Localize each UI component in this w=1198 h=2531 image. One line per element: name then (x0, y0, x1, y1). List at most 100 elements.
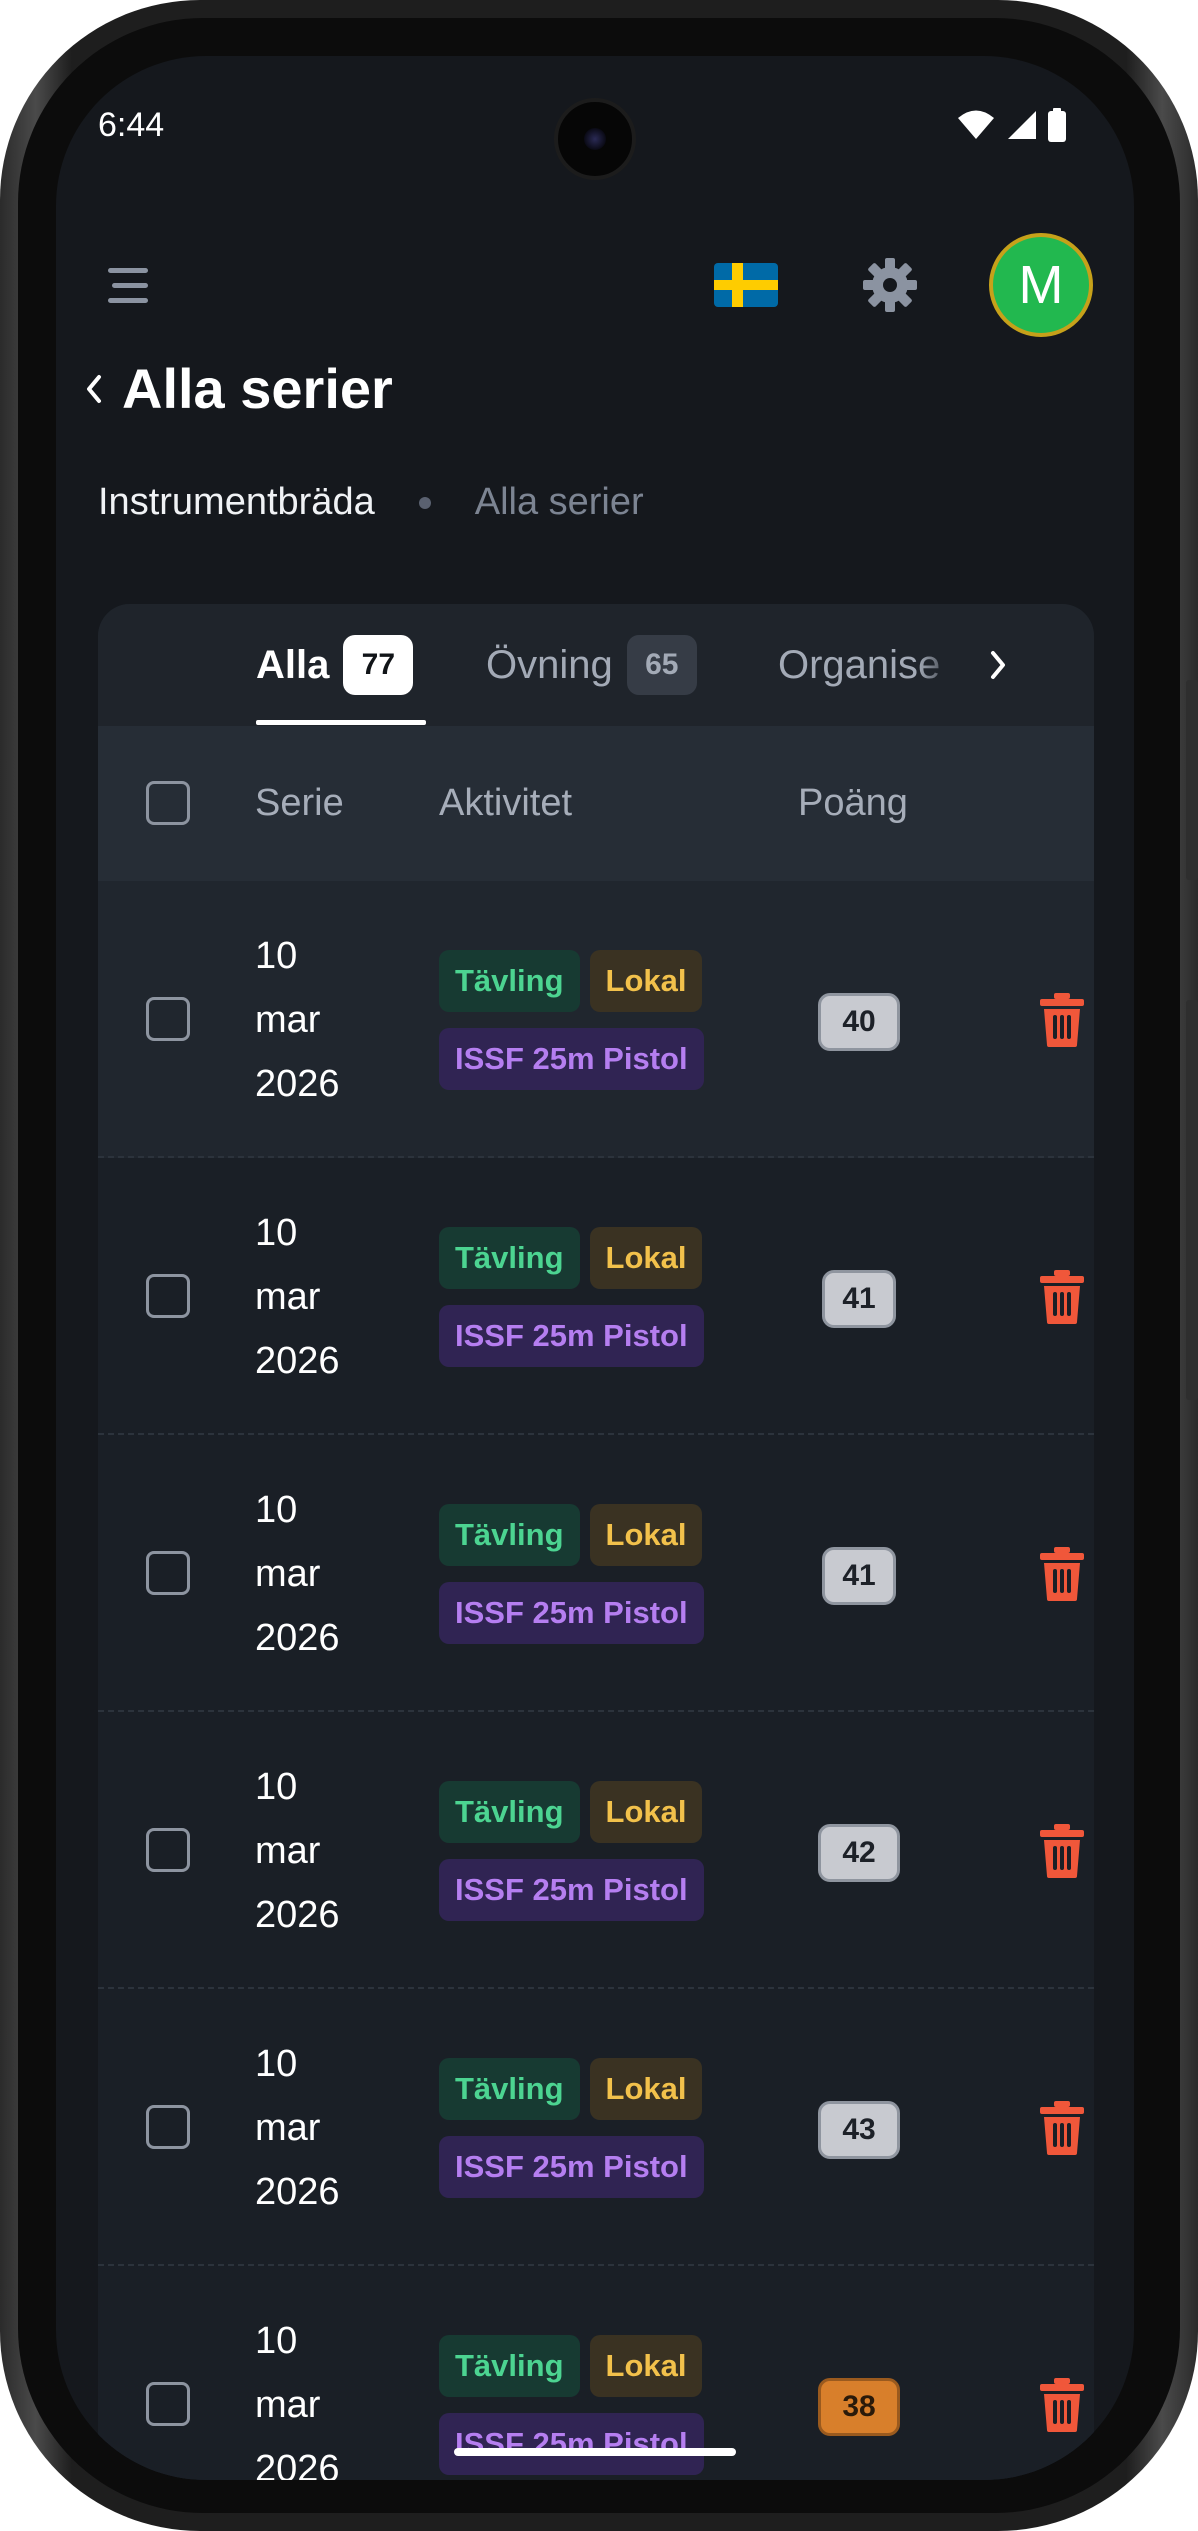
tab-fade (918, 604, 958, 726)
date-year: 2026 (255, 1062, 340, 1105)
series-date: 10 mar 2026 (255, 1435, 340, 1712)
home-indicator[interactable] (454, 2448, 736, 2456)
page-title: Alla serier (122, 357, 393, 420)
column-header-serie[interactable]: Serie (255, 726, 344, 881)
series-table-card: Alla 77 Övning 65 Organise Serie Aktivit… (98, 604, 1094, 2480)
tag-discipline: ISSF 25m Pistol (439, 1858, 704, 1921)
tag-local: Lokal (589, 1503, 703, 1566)
date-day: 10 (255, 2319, 298, 2362)
activity-tags: Tävling Lokal ISSF 25m Pistol (439, 881, 704, 1158)
tag-competition: Tävling (439, 1503, 580, 1566)
date-year: 2026 (255, 2170, 340, 2213)
tag-competition: Tävling (439, 2334, 580, 2397)
date-day: 10 (255, 1211, 298, 1254)
gear-icon[interactable] (861, 256, 919, 314)
date-day: 10 (255, 2042, 298, 2085)
row-checkbox[interactable] (146, 1274, 190, 1318)
date-year: 2026 (255, 1616, 340, 1659)
activity-tags: Tävling Lokal ISSF 25m Pistol (439, 1989, 704, 2266)
tab-label: Alla (256, 642, 330, 687)
tag-local: Lokal (589, 2057, 703, 2120)
date-day: 10 (255, 1488, 298, 1531)
tab-label: Organise (778, 642, 941, 687)
active-tab-indicator (256, 720, 426, 725)
date-month: mar (255, 998, 321, 1041)
avatar[interactable]: M (989, 233, 1093, 337)
row-checkbox[interactable] (146, 1551, 190, 1595)
signal-icon (1008, 111, 1036, 139)
table-header: Serie Aktivitet Poäng (98, 726, 1094, 881)
table-row[interactable]: 10 mar 2026 Tävling Lokal ISSF 25m Pisto… (98, 1712, 1094, 1989)
activity-tags: Tävling Lokal ISSF 25m Pistol (439, 1712, 704, 1989)
tabs-scroll-right-button[interactable] (958, 604, 1038, 726)
tab-label: Övning (486, 642, 613, 687)
tab-organise[interactable]: Organise (778, 604, 940, 726)
tag-discipline: ISSF 25m Pistol (439, 1027, 704, 1090)
date-year: 2026 (255, 1893, 340, 1936)
menu-icon[interactable] (104, 266, 152, 306)
chevron-right-icon (991, 651, 1005, 679)
row-checkbox[interactable] (146, 2382, 190, 2426)
tab-alla[interactable]: Alla 77 (256, 604, 414, 726)
date-year: 2026 (255, 2447, 340, 2481)
phone-frame: 6:44 M Alla serier Instrumentbräda Alla … (0, 0, 1198, 2531)
column-header-poang[interactable]: Poäng (798, 726, 908, 881)
status-time: 6:44 (98, 106, 165, 144)
table-row[interactable]: 10 mar 2026 Tävling Lokal ISSF 25m Pisto… (98, 1989, 1094, 2266)
tag-discipline: ISSF 25m Pistol (439, 2135, 704, 2198)
volume-button (1186, 680, 1198, 880)
breadcrumb: Instrumentbräda Alla serier (98, 481, 644, 524)
trash-icon[interactable] (1038, 1270, 1086, 1324)
select-all-checkbox[interactable] (146, 781, 190, 825)
table-body: 10 mar 2026 Tävling Lokal ISSF 25m Pisto… (98, 881, 1094, 2480)
breadcrumb-separator (418, 496, 431, 509)
series-date: 10 mar 2026 (255, 1158, 340, 1435)
date-month: mar (255, 1552, 321, 1595)
tag-competition: Tävling (439, 1780, 580, 1843)
trash-icon[interactable] (1038, 2378, 1086, 2432)
tab-count-badge: 77 (343, 635, 414, 695)
trash-icon[interactable] (1038, 1547, 1086, 1601)
page-header: Alla serier (74, 356, 393, 421)
row-checkbox[interactable] (146, 2105, 190, 2149)
tab-ovning[interactable]: Övning 65 (486, 604, 697, 726)
series-date: 10 mar 2026 (255, 2266, 340, 2481)
column-header-aktivitet[interactable]: Aktivitet (439, 726, 572, 881)
tab-count-badge: 65 (626, 635, 697, 695)
date-month: mar (255, 1829, 321, 1872)
row-checkbox[interactable] (146, 1828, 190, 1872)
table-row[interactable]: 10 mar 2026 Tävling Lokal ISSF 25m Pisto… (98, 1158, 1094, 1435)
date-month: mar (255, 2106, 321, 2149)
trash-icon[interactable] (1038, 2101, 1086, 2155)
avatar-initial: M (1018, 255, 1064, 315)
date-year: 2026 (255, 1339, 340, 1382)
table-row[interactable]: 10 mar 2026 Tävling Lokal ISSF 25m Pisto… (98, 1435, 1094, 1712)
trash-icon[interactable] (1038, 993, 1086, 1047)
power-button (1186, 1000, 1198, 1400)
tag-local: Lokal (589, 949, 703, 1012)
breadcrumb-dashboard-link[interactable]: Instrumentbräda (98, 481, 375, 524)
back-button[interactable] (74, 359, 114, 419)
tag-discipline: ISSF 25m Pistol (439, 1581, 704, 1644)
table-row[interactable]: 10 mar 2026 Tävling Lokal ISSF 25m Pisto… (98, 881, 1094, 1158)
row-checkbox[interactable] (146, 997, 190, 1041)
score-badge: 42 (818, 1824, 900, 1882)
score-badge: 38 (818, 2378, 900, 2436)
date-month: mar (255, 1275, 321, 1318)
series-date: 10 mar 2026 (255, 1712, 340, 1989)
tag-discipline: ISSF 25m Pistol (439, 2412, 704, 2475)
trash-icon[interactable] (1038, 1824, 1086, 1878)
tag-discipline: ISSF 25m Pistol (439, 1304, 704, 1367)
breadcrumb-current: Alla serier (474, 481, 644, 523)
filter-tabs: Alla 77 Övning 65 Organise (98, 604, 1094, 726)
tag-local: Lokal (589, 1226, 703, 1289)
wifi-icon (958, 110, 994, 139)
sweden-flag-icon[interactable] (714, 263, 778, 307)
date-day: 10 (255, 934, 298, 977)
front-camera (554, 98, 636, 180)
activity-tags: Tävling Lokal ISSF 25m Pistol (439, 1158, 704, 1435)
status-icons (956, 108, 1066, 142)
tag-competition: Tävling (439, 2057, 580, 2120)
tag-competition: Tävling (439, 1226, 580, 1289)
activity-tags: Tävling Lokal ISSF 25m Pistol (439, 1435, 704, 1712)
